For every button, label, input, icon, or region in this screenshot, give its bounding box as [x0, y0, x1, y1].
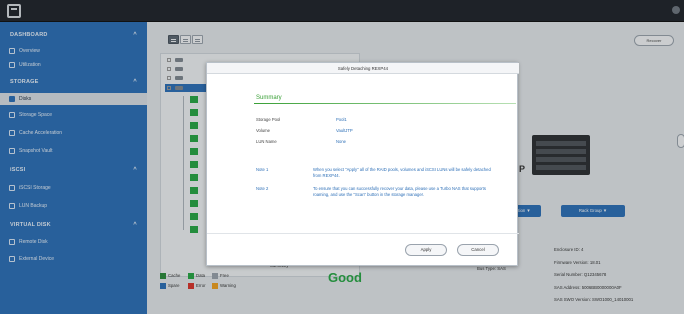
note-key: Note 1 [256, 167, 269, 172]
row-key: Volume [256, 128, 270, 133]
note-text: To ensure that you can successfully reco… [313, 186, 486, 197]
row-key: Storage Pool [256, 117, 281, 122]
divider [254, 103, 516, 104]
dialog-heading: Summary [256, 95, 282, 101]
divider [207, 233, 519, 234]
dialog-title: Safely Detaching REXP44 [207, 63, 519, 74]
cancel-button[interactable]: Cancel [457, 244, 499, 256]
note-text: When you select "Apply" all of the RAID … [313, 167, 491, 178]
row-key: LUN Name [256, 139, 277, 144]
row-value: Pool1 [336, 117, 347, 122]
note-key: Note 2 [256, 186, 269, 191]
row-value: VaultJTP [336, 128, 353, 133]
detach-dialog: Safely Detaching REXP44 Summary Storage … [206, 62, 519, 266]
apply-button[interactable]: Apply [405, 244, 447, 256]
row-value: None [336, 139, 347, 144]
